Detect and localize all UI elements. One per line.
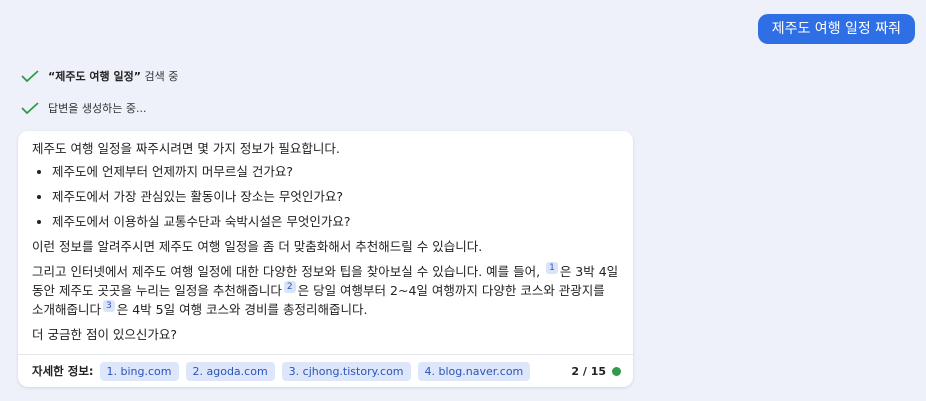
list-item: 제주도에서 가장 관심있는 활동이나 장소는 무엇인가요?	[52, 187, 619, 206]
sources-footer: 자세한 정보: 1. bing.com 2. agoda.com 3. cjho…	[18, 354, 633, 387]
user-message-bubble: 제주도 여행 일정 짜줘	[757, 14, 915, 44]
status-dot-icon	[612, 366, 621, 376]
citation-1[interactable]: 1	[546, 262, 558, 274]
source-link-1[interactable]: 1. bing.com	[99, 361, 179, 381]
list-item: 제주도에 언제부터 언제까지 머무르실 건가요?	[52, 162, 619, 181]
check-icon	[21, 102, 39, 115]
answer-closing: 더 궁금한 점이 있으신가요?	[32, 327, 178, 342]
answer-intro: 제주도 여행 일정을 짜주시려면 몇 가지 정보가 필요합니다.	[32, 141, 340, 156]
source-link-2[interactable]: 2. agoda.com	[185, 361, 275, 381]
answer-paragraph-refs: 그리고 인터넷에서 제주도 여행 일정에 대한 다양한 정보와 팁을 찾아보실 …	[32, 262, 619, 319]
source-link-3[interactable]: 3. cjhong.tistory.com	[281, 361, 411, 381]
answer-card: 제주도 여행 일정을 짜주시려면 몇 가지 정보가 필요합니다. 제주도에 언제…	[18, 131, 633, 387]
search-status-text: “제주도 여행 일정” 검색 중	[48, 68, 178, 84]
answer-paragraph: 이런 정보를 알려주시면 제주도 여행 일정을 좀 더 맞춤화해서 추천해드릴 …	[32, 239, 483, 254]
answer-content: 제주도 여행 일정을 짜주시려면 몇 가지 정보가 필요합니다. 제주도에 언제…	[18, 131, 633, 344]
citation-2[interactable]: 2	[283, 281, 296, 293]
generating-status-text: 답변을 생성하는 중...	[48, 102, 147, 115]
para-text: 그리고 인터넷에서 제주도 여행 일정에 대한 다양한 정보와 팁을 찾아보실 …	[32, 264, 541, 279]
question-list: 제주도에 언제부터 언제까지 머무르실 건가요? 제주도에서 가장 관심있는 활…	[32, 162, 619, 231]
list-item: 제주도에서 이용하실 교통수단과 숙박시설은 무엇인가요?	[52, 212, 619, 231]
generating-status: 답변을 생성하는 중...	[20, 100, 146, 116]
source-link-4[interactable]: 4. blog.naver.com	[417, 361, 531, 381]
search-query: “제주도 여행 일정”	[48, 70, 141, 83]
turn-counter: 2 / 15	[571, 365, 621, 378]
para-text: 은 4박 5일 여행 코스와 경비를 총정리해줍니다.	[116, 302, 368, 317]
search-suffix: 검색 중	[140, 70, 179, 83]
check-icon	[21, 70, 39, 83]
turn-count: 2 / 15	[571, 364, 606, 378]
sources-label: 자세한 정보:	[32, 364, 94, 378]
search-status: “제주도 여행 일정” 검색 중	[20, 68, 178, 84]
citation-3[interactable]: 3	[103, 300, 115, 312]
